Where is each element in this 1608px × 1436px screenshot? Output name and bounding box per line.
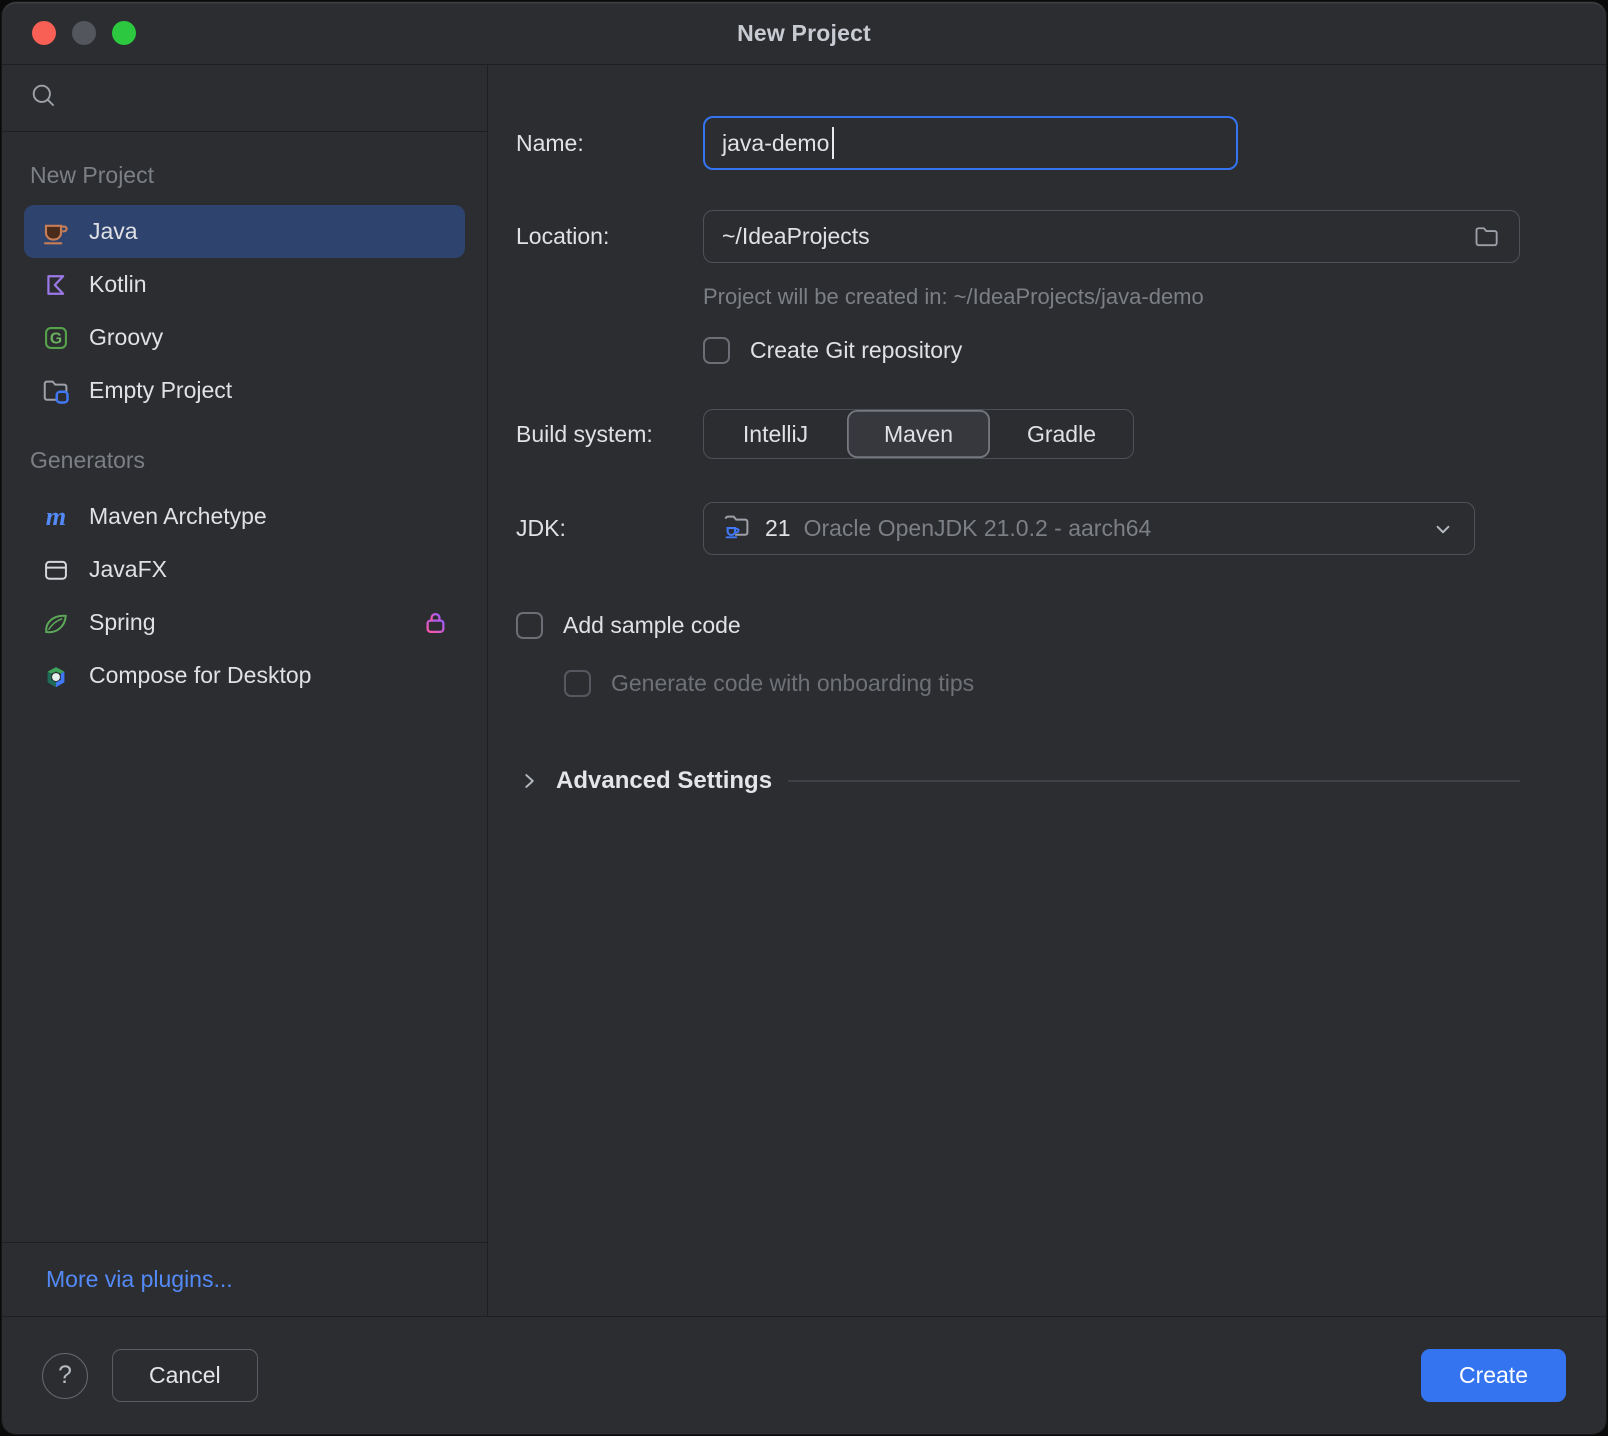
minimize-button[interactable] <box>72 21 96 45</box>
sidebar-item-label: Compose for Desktop <box>89 662 311 689</box>
sidebar-item-maven-archetype[interactable]: m Maven Archetype <box>24 490 465 543</box>
advanced-settings-divider <box>788 780 1520 782</box>
section-header-new-project: New Project <box>30 162 459 189</box>
svg-text:G: G <box>49 330 61 347</box>
dialog-footer: ? Cancel Create <box>2 1316 1606 1434</box>
java-cup-icon <box>40 216 71 247</box>
name-label: Name: <box>516 130 703 157</box>
search-icon <box>30 82 57 114</box>
jdk-detail: Oracle OpenJDK 21.0.2 - aarch64 <box>804 515 1152 542</box>
spring-leaf-icon <box>40 607 71 638</box>
sidebar-item-kotlin[interactable]: Kotlin <box>24 258 465 311</box>
window-title: New Project <box>737 20 871 47</box>
groovy-icon: G <box>40 322 71 353</box>
location-hint: Project will be created in: ~/IdeaProjec… <box>703 284 1520 310</box>
new-project-dialog: New Project New Project <box>2 2 1606 1434</box>
svg-text:m: m <box>45 502 65 531</box>
add-sample-code-label: Add sample code <box>563 612 741 639</box>
sidebar-item-label: Maven Archetype <box>89 503 267 530</box>
lock-icon <box>422 609 449 636</box>
onboarding-tips-checkbox[interactable] <box>564 670 591 697</box>
sidebar-item-javafx[interactable]: JavaFX <box>24 543 465 596</box>
name-row: Name: java-demo <box>516 116 1520 170</box>
jdk-label: JDK: <box>516 515 703 542</box>
location-value: ~/IdeaProjects <box>722 223 870 250</box>
browse-folder-icon[interactable] <box>1473 223 1501 251</box>
window-controls <box>32 2 136 64</box>
maven-m-icon: m <box>40 501 71 532</box>
add-sample-code-checkbox[interactable] <box>516 612 543 639</box>
onboarding-tips-label: Generate code with onboarding tips <box>611 670 974 697</box>
location-label: Location: <box>516 223 703 250</box>
title-bar: New Project <box>2 2 1606 65</box>
sidebar-item-label: Spring <box>89 609 155 636</box>
build-system-option-intellij[interactable]: IntelliJ <box>704 410 847 458</box>
chevron-down-icon <box>1430 516 1456 542</box>
build-system-row: Build system: IntelliJ Maven Gradle <box>516 409 1520 459</box>
chevron-right-icon <box>516 768 542 794</box>
sidebar-item-compose-for-desktop[interactable]: Compose for Desktop <box>24 649 465 702</box>
sidebar-search[interactable] <box>2 65 487 132</box>
sidebar: New Project Java <box>2 65 488 1316</box>
sidebar-item-spring[interactable]: Spring <box>24 596 465 649</box>
cancel-button[interactable]: Cancel <box>112 1349 258 1402</box>
help-icon: ? <box>58 1361 72 1390</box>
build-system-label: Build system: <box>516 421 703 448</box>
sidebar-item-empty-project[interactable]: Empty Project <box>24 364 465 417</box>
project-name-value: java-demo <box>722 130 829 157</box>
jdk-version: 21 <box>765 515 791 542</box>
sidebar-item-label: Groovy <box>89 324 163 351</box>
add-sample-code-row: Add sample code <box>516 612 1520 639</box>
empty-project-folder-icon <box>40 375 71 406</box>
kotlin-icon <box>40 269 71 300</box>
build-system-option-gradle[interactable]: Gradle <box>990 410 1133 458</box>
section-header-generators: Generators <box>30 447 459 474</box>
create-git-repository-checkbox[interactable] <box>703 337 730 364</box>
location-row: Location: ~/IdeaProjects <box>516 210 1520 263</box>
close-button[interactable] <box>32 21 56 45</box>
build-system-option-maven[interactable]: Maven <box>847 410 990 458</box>
jdk-dropdown[interactable]: 21 Oracle OpenJDK 21.0.2 - aarch64 <box>703 502 1475 555</box>
onboarding-tips-row: Generate code with onboarding tips <box>564 670 1520 697</box>
sidebar-list: New Project Java <box>2 132 487 1242</box>
sidebar-item-groovy[interactable]: G Groovy <box>24 311 465 364</box>
help-button[interactable]: ? <box>42 1353 88 1399</box>
git-repository-row: Create Git repository <box>703 337 1520 364</box>
sidebar-item-label: Java <box>89 218 138 245</box>
create-button[interactable]: Create <box>1421 1349 1566 1402</box>
location-input[interactable]: ~/IdeaProjects <box>703 210 1520 263</box>
sidebar-item-label: JavaFX <box>89 556 167 583</box>
sidebar-item-label: Kotlin <box>89 271 147 298</box>
new-project-form: Name: java-demo Location: ~/IdeaProjects <box>488 65 1606 1316</box>
jdk-folder-icon <box>722 511 752 546</box>
text-caret <box>832 127 834 159</box>
sidebar-footer: More via plugins... <box>2 1242 487 1316</box>
sidebar-item-java[interactable]: Java <box>24 205 465 258</box>
project-name-input[interactable]: java-demo <box>703 116 1238 170</box>
advanced-settings-label: Advanced Settings <box>556 767 772 795</box>
zoom-button[interactable] <box>112 21 136 45</box>
jdk-row: JDK: 21 Oracle OpenJDK 21.0.2 - aarch64 <box>516 502 1520 555</box>
create-git-repository-label: Create Git repository <box>750 337 962 364</box>
more-via-plugins-link[interactable]: More via plugins... <box>46 1266 233 1293</box>
javafx-window-icon <box>40 554 71 585</box>
advanced-settings-row[interactable]: Advanced Settings <box>516 767 1520 795</box>
compose-cube-icon <box>40 660 71 691</box>
build-system-segmented-control: IntelliJ Maven Gradle <box>703 409 1134 459</box>
sidebar-item-label: Empty Project <box>89 377 232 404</box>
